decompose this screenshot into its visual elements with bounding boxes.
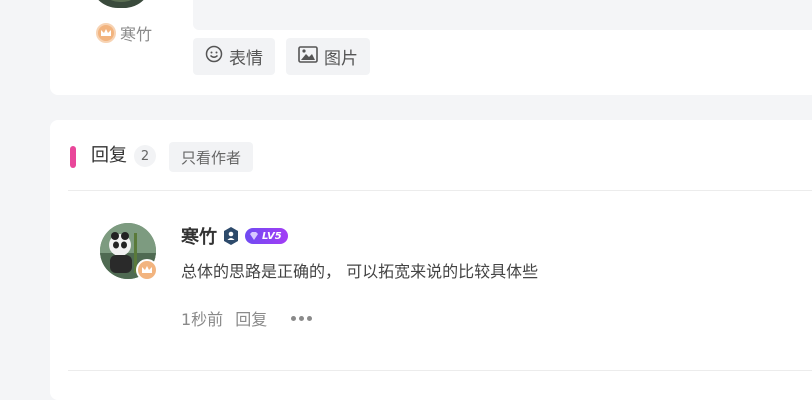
author-only-button[interactable]: 只看作者 [169,142,254,172]
reply-count-badge: 2 [134,145,156,167]
image-button[interactable]: 图片 [286,38,370,75]
smile-icon [205,45,223,68]
header-divider [68,190,812,191]
current-username: 寒竹 [120,25,153,44]
crown-icon [96,23,116,43]
comment-username[interactable]: 寒竹 [181,223,217,249]
section-accent-bar [70,146,76,168]
level-badge: LV5 [245,228,288,244]
more-options-icon[interactable] [291,315,313,321]
emoji-button[interactable]: 表情 [193,38,275,75]
comment-text: 总体的思路是正确的， 可以拓宽来说的比较具体些 [181,262,539,281]
verified-user-icon [223,227,239,245]
comment-timestamp: 1秒前 [181,310,224,329]
image-icon [298,45,318,68]
comment-author: 寒竹 LV5 [181,224,288,248]
emoji-button-label: 表情 [229,49,263,69]
current-user-info: 寒竹 [96,22,152,44]
comment-meta: 1秒前 回复 [181,306,313,330]
crown-icon [136,259,158,281]
gem-icon [250,232,258,240]
comment-divider [68,370,812,371]
level-label: LV5 [262,230,282,242]
replies-card [50,120,812,400]
comment-input[interactable] [193,0,812,30]
replies-title: 回复 [91,145,127,166]
reply-button[interactable]: 回复 [235,306,267,330]
image-button-label: 图片 [324,49,358,69]
